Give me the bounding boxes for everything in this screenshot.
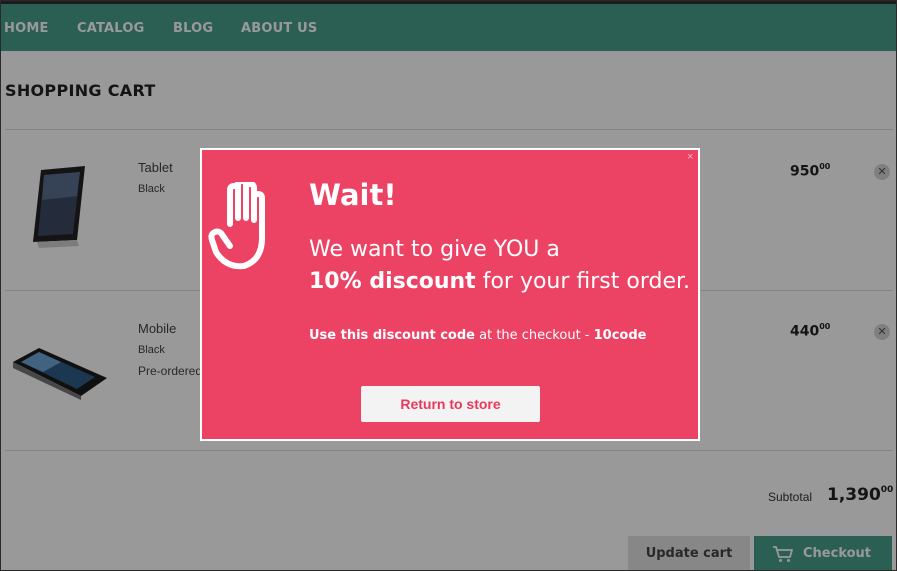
hand-stop-icon <box>208 182 265 270</box>
cart-page: HOME CATALOG BLOG ABOUT US SHOPPING CART… <box>0 0 897 571</box>
popup-message-line1: We want to give YOU a <box>309 237 560 262</box>
discount-code[interactable]: 10code <box>594 328 647 343</box>
return-to-store-button[interactable]: Return to store <box>361 386 540 422</box>
popup-title: Wait! <box>309 178 397 212</box>
close-icon[interactable]: × <box>687 151 693 163</box>
discount-code-line: Use this discount code at the checkout -… <box>309 328 647 343</box>
discount-popup: × Wait! We want to give YOU a 10% discou… <box>200 148 700 441</box>
popup-message-line2: 10% discount for your first order. <box>309 269 691 294</box>
